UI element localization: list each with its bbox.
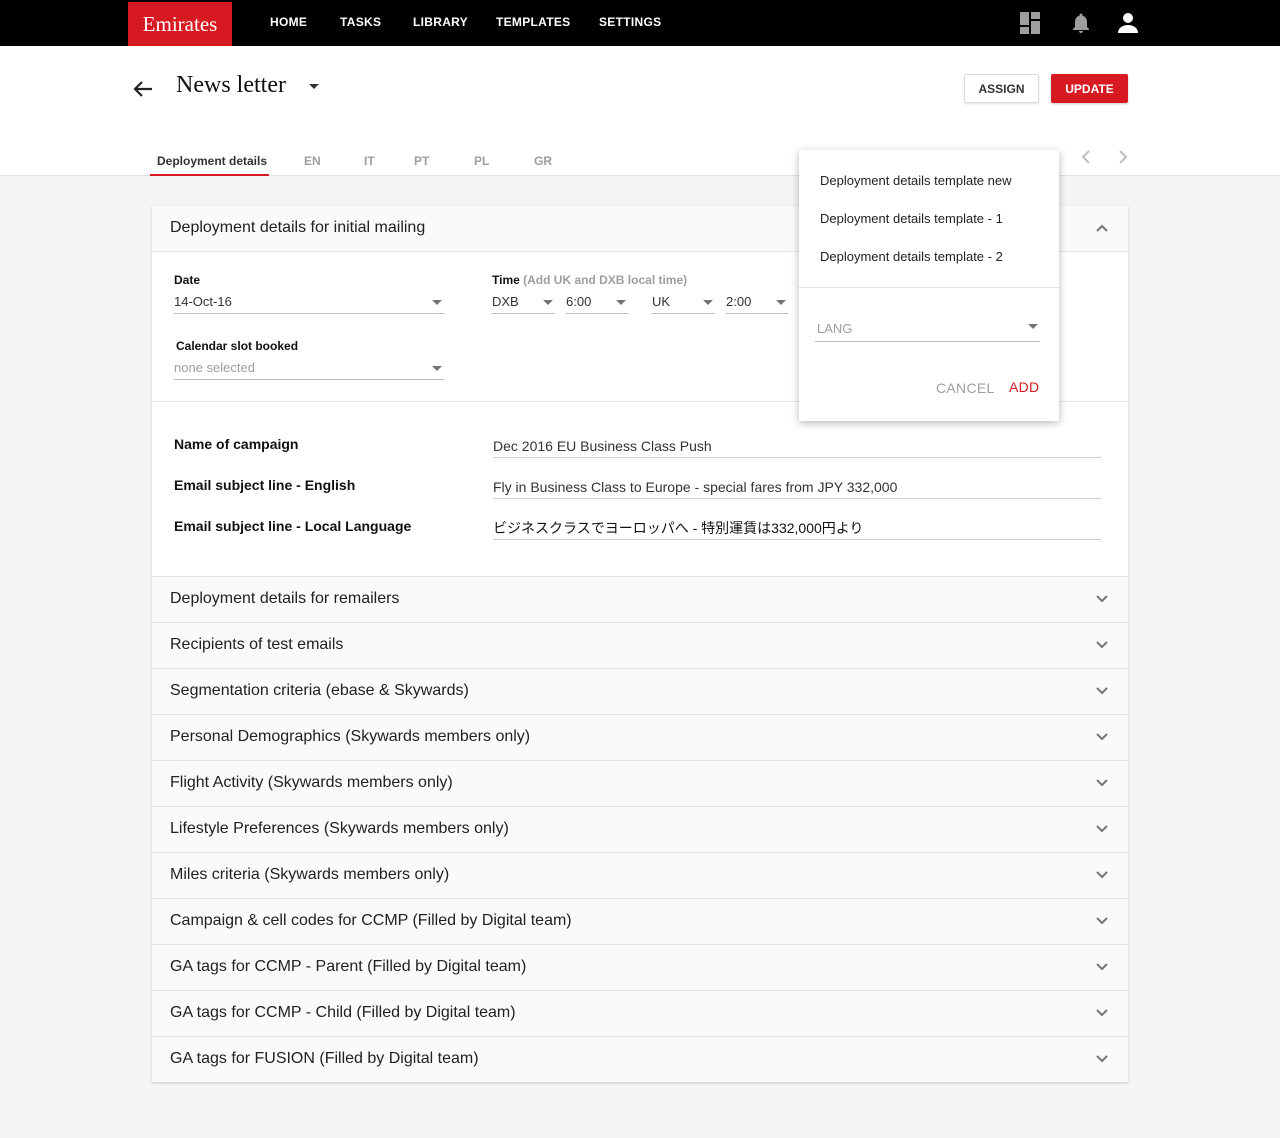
section-title: Miles criteria (Skywards members only): [170, 866, 450, 883]
caret-down-icon: [616, 300, 626, 305]
section-title: Recipients of test emails: [170, 636, 344, 653]
back-arrow-icon[interactable]: [132, 79, 154, 99]
chevron-down-icon[interactable]: [1095, 1008, 1109, 1018]
calendar-select[interactable]: none selected: [174, 358, 444, 380]
section-title: Segmentation criteria (ebase & Skywards): [170, 682, 469, 699]
template-menu: Deployment details template new Deployme…: [799, 150, 1059, 421]
tab-pl[interactable]: PL: [474, 154, 489, 168]
campaign-label: Name of campaign: [174, 436, 299, 452]
section-header[interactable]: GA tags for FUSION (Filled by Digital te…: [152, 1036, 1128, 1082]
section-title: GA tags for FUSION (Filled by Digital te…: [170, 1050, 479, 1067]
nav-tasks[interactable]: TASKS: [340, 15, 381, 29]
date-select[interactable]: 14-Oct-16: [174, 292, 444, 314]
nav-home[interactable]: HOME: [270, 15, 307, 29]
zone1-value: DXB: [492, 294, 519, 309]
tab-it[interactable]: IT: [364, 154, 375, 168]
tab-en[interactable]: EN: [304, 154, 321, 168]
brand-logo[interactable]: Emirates: [128, 2, 232, 46]
menu-item-template-new[interactable]: Deployment details template new: [820, 173, 1012, 188]
zone2-select[interactable]: UK: [652, 292, 715, 314]
caret-down-icon: [703, 300, 713, 305]
section-header[interactable]: GA tags for CCMP - Parent (Filled by Dig…: [152, 944, 1128, 990]
assign-button[interactable]: ASSIGN: [964, 74, 1039, 103]
chevron-down-icon[interactable]: [1095, 1054, 1109, 1064]
update-button[interactable]: UPDATE: [1051, 74, 1128, 103]
dashboard-icon[interactable]: [1019, 11, 1043, 35]
subject-local-input[interactable]: [493, 516, 1101, 540]
tab-deployment-details[interactable]: Deployment details: [157, 154, 267, 168]
section-title: Flight Activity (Skywards members only): [170, 774, 453, 791]
caret-down-icon: [432, 366, 442, 371]
chevron-down-icon[interactable]: [1095, 778, 1109, 788]
time-label: Time (Add UK and DXB local time): [492, 273, 687, 287]
chevron-up-icon[interactable]: [1095, 223, 1109, 233]
chevron-down-icon[interactable]: [1095, 962, 1109, 972]
section-title: Deployment details for initial mailing: [170, 219, 426, 236]
section-title: Deployment details for remailers: [170, 590, 400, 607]
section-title: Campaign & cell codes for CCMP (Filled b…: [170, 912, 572, 929]
lang-select[interactable]: LANG: [815, 316, 1040, 342]
chevron-down-icon[interactable]: [1095, 732, 1109, 742]
date-value: 14-Oct-16: [174, 294, 232, 309]
section-header[interactable]: Flight Activity (Skywards members only): [152, 760, 1128, 806]
section-title: Personal Demographics (Skywards members …: [170, 728, 531, 745]
chevron-down-icon[interactable]: [1095, 686, 1109, 696]
top-app-bar: Emirates HOME TASKS LIBRARY TEMPLATES SE…: [0, 0, 1280, 46]
section-header[interactable]: Personal Demographics (Skywards members …: [152, 714, 1128, 760]
chevron-left-icon[interactable]: [1080, 150, 1092, 164]
date-label: Date: [174, 273, 201, 287]
menu-item-template-2[interactable]: Deployment details template - 2: [820, 249, 1003, 264]
chevron-down-icon[interactable]: [1095, 870, 1109, 880]
section-header[interactable]: GA tags for CCMP - Child (Filled by Digi…: [152, 990, 1128, 1036]
subject-local-label: Email subject line - Local Language: [174, 518, 412, 534]
bell-icon[interactable]: [1069, 11, 1093, 35]
page-title: News letter: [176, 72, 286, 98]
caret-down-icon: [432, 300, 442, 305]
zone1-select[interactable]: DXB: [492, 292, 555, 314]
time2-value: 2:00: [726, 294, 752, 309]
cancel-button[interactable]: CANCEL: [936, 380, 995, 396]
time1-select[interactable]: 6:00: [566, 292, 628, 314]
campaign-input[interactable]: [493, 434, 1101, 458]
caret-down-icon: [543, 300, 553, 305]
chevron-right-icon[interactable]: [1117, 150, 1129, 164]
calendar-label: Calendar slot booked: [176, 339, 299, 353]
chevron-down-icon[interactable]: [1095, 824, 1109, 834]
nav-templates[interactable]: TEMPLATES: [496, 15, 570, 29]
caret-down-icon: [776, 300, 786, 305]
add-button[interactable]: ADD: [1009, 379, 1039, 395]
caret-down-icon: [1028, 324, 1038, 329]
section-header[interactable]: Recipients of test emails: [152, 622, 1128, 668]
chevron-down-icon[interactable]: [1095, 640, 1109, 650]
zone2-value: UK: [652, 294, 671, 309]
section-header[interactable]: Miles criteria (Skywards members only): [152, 852, 1128, 898]
time-label-text: Time: [492, 273, 520, 287]
section-title: Lifestyle Preferences (Skywards members …: [170, 820, 509, 837]
account-icon[interactable]: [1116, 11, 1140, 35]
section-title: GA tags for CCMP - Child (Filled by Digi…: [170, 1004, 516, 1021]
section-header[interactable]: Segmentation criteria (ebase & Skywards): [152, 668, 1128, 714]
chevron-down-icon[interactable]: [1095, 916, 1109, 926]
section-header[interactable]: Deployment details for remailers: [152, 576, 1128, 622]
page-header: News letter ASSIGN UPDATE Deployment det…: [0, 46, 1280, 176]
time2-select[interactable]: 2:00: [726, 292, 788, 314]
section-header[interactable]: Campaign & cell codes for CCMP (Filled b…: [152, 898, 1128, 944]
title-dropdown-caret[interactable]: [309, 84, 319, 89]
tab-gr[interactable]: GR: [534, 154, 552, 168]
calendar-placeholder: none selected: [174, 360, 255, 375]
tab-pt[interactable]: PT: [414, 154, 429, 168]
menu-divider: [799, 287, 1059, 288]
nav-settings[interactable]: SETTINGS: [599, 15, 661, 29]
section-header[interactable]: Lifestyle Preferences (Skywards members …: [152, 806, 1128, 852]
chevron-down-icon[interactable]: [1095, 594, 1109, 604]
section-title: GA tags for CCMP - Parent (Filled by Dig…: [170, 958, 527, 975]
time-hint: (Add UK and DXB local time): [523, 273, 688, 287]
time1-value: 6:00: [566, 294, 592, 309]
nav-library[interactable]: LIBRARY: [413, 15, 468, 29]
active-tab-indicator: [150, 174, 269, 176]
subject-en-label: Email subject line - English: [174, 477, 356, 493]
menu-item-template-1[interactable]: Deployment details template - 1: [820, 211, 1003, 226]
lang-placeholder: LANG: [817, 321, 853, 336]
subject-en-input[interactable]: [493, 475, 1101, 499]
